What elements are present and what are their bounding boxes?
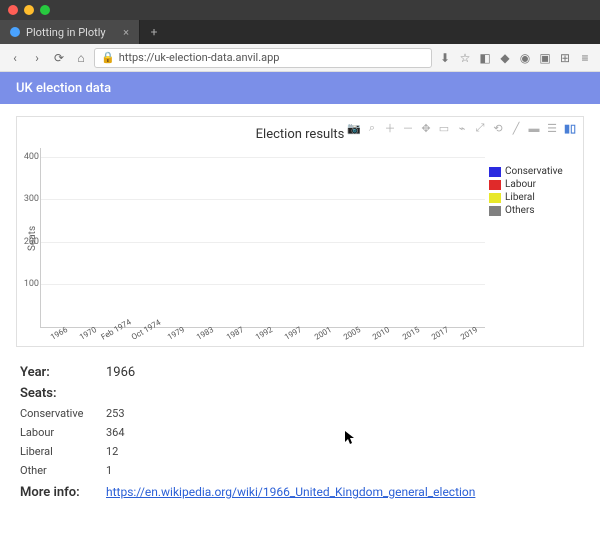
browser-tab-active[interactable]: Plotting in Plotly ×	[0, 20, 140, 44]
chart-legend: Conservative Labour Liberal Others	[489, 148, 575, 328]
seat-row: Liberal12	[20, 445, 580, 458]
close-window-button[interactable]	[8, 5, 18, 15]
extension-icon-1[interactable]: ◧	[476, 49, 494, 67]
x-tick: 2017	[430, 325, 450, 342]
y-tick: 400	[13, 152, 39, 162]
seat-party-value: 364	[106, 426, 125, 439]
seat-row: Labour364	[20, 426, 580, 439]
details-panel: Year: 1966 Seats: Conservative253Labour3…	[16, 357, 584, 508]
modebar-zoom-out-icon[interactable]: －	[401, 121, 415, 135]
modebar-reset-icon[interactable]: ⟲	[491, 121, 505, 135]
x-tick: 1979	[166, 325, 186, 342]
extension-icon-3[interactable]: ◉	[516, 49, 534, 67]
extension-icon-4[interactable]: ▣	[536, 49, 554, 67]
x-tick: 1983	[195, 325, 215, 342]
legend-swatch	[489, 206, 501, 216]
lock-icon: 🔒	[101, 51, 115, 64]
tab-title: Plotting in Plotly	[26, 26, 106, 39]
x-tick: 2001	[313, 325, 333, 342]
address-bar[interactable]: 🔒 https://uk-election-data.anvil.app	[94, 48, 432, 68]
legend-label: Labour	[505, 179, 536, 190]
download-icon[interactable]: ⬇	[436, 49, 454, 67]
x-tick: 1992	[254, 325, 274, 342]
x-tick: 1966	[49, 325, 69, 342]
content-area: 📷 ⌕ ＋ － ✥ ▭ ⌁ ⤢ ⟲ ╱ ▬ ☰ ▮▯ Election resu…	[0, 104, 600, 516]
x-tick: 2010	[371, 325, 391, 342]
modebar-hover-closest-icon[interactable]: ▬	[527, 121, 541, 135]
legend-swatch	[489, 167, 501, 177]
legend-label: Others	[505, 205, 535, 216]
seats-label: Seats:	[20, 386, 106, 401]
url-text: https://uk-election-data.anvil.app	[119, 51, 280, 64]
y-tick: 200	[13, 237, 39, 247]
tab-close-icon[interactable]: ×	[123, 26, 129, 39]
plotly-logo-icon[interactable]: ▮▯	[563, 121, 577, 135]
y-tick: 300	[13, 194, 39, 204]
forward-button[interactable]: ›	[28, 49, 46, 67]
seat-party-label: Labour	[20, 426, 106, 439]
modebar-autoscale-icon[interactable]: ⤢	[473, 121, 487, 135]
menu-icon[interactable]: ≡	[576, 49, 594, 67]
seat-party-label: Liberal	[20, 445, 106, 458]
x-tick: Feb 1974	[100, 317, 133, 341]
seat-party-value: 253	[106, 407, 125, 420]
browser-toolbar: ‹ › ⟳ ⌂ 🔒 https://uk-election-data.anvil…	[0, 44, 600, 72]
app-header: UK election data	[0, 72, 600, 104]
legend-item[interactable]: Labour	[489, 179, 575, 190]
more-info-label: More info:	[20, 485, 106, 500]
chart-card: 📷 ⌕ ＋ － ✥ ▭ ⌁ ⤢ ⟲ ╱ ▬ ☰ ▮▯ Election resu…	[16, 116, 584, 347]
legend-label: Conservative	[505, 166, 563, 177]
extension-icon-2[interactable]: ◆	[496, 49, 514, 67]
modebar-hover-compare-icon[interactable]: ☰	[545, 121, 559, 135]
seat-party-value: 12	[106, 445, 118, 458]
modebar-lasso-icon[interactable]: ⌁	[455, 121, 469, 135]
back-button[interactable]: ‹	[6, 49, 24, 67]
new-tab-button[interactable]: +	[140, 20, 168, 44]
seat-party-label: Conservative	[20, 407, 106, 420]
fullscreen-window-button[interactable]	[40, 5, 50, 15]
modebar-camera-icon[interactable]: 📷	[347, 121, 361, 135]
x-tick: Oct 1974	[130, 318, 162, 342]
extension-icon-5[interactable]: ⊞	[556, 49, 574, 67]
plotly-modebar: 📷 ⌕ ＋ － ✥ ▭ ⌁ ⤢ ⟲ ╱ ▬ ☰ ▮▯	[347, 121, 577, 135]
legend-swatch	[489, 193, 501, 203]
x-tick: 2019	[459, 325, 479, 342]
x-tick: 2015	[401, 325, 421, 342]
tab-favicon	[10, 27, 20, 37]
browser-tabstrip: Plotting in Plotly × +	[0, 20, 600, 44]
seat-party-value: 1	[106, 464, 112, 477]
more-info-link[interactable]: https://en.wikipedia.org/wiki/1966_Unite…	[106, 485, 475, 500]
x-tick: 1997	[283, 325, 303, 342]
y-tick: 100	[13, 279, 39, 289]
x-tick: 1987	[225, 325, 245, 342]
legend-item[interactable]: Liberal	[489, 192, 575, 203]
x-tick: 2005	[342, 325, 362, 342]
modebar-zoom-icon[interactable]: ⌕	[365, 121, 379, 135]
seat-row: Other1	[20, 464, 580, 477]
year-value: 1966	[106, 365, 135, 380]
seat-row: Conservative253	[20, 407, 580, 420]
year-label: Year:	[20, 365, 106, 380]
window-titlebar	[0, 0, 600, 20]
legend-item[interactable]: Conservative	[489, 166, 575, 177]
modebar-pan-icon[interactable]: ✥	[419, 121, 433, 135]
modebar-select-icon[interactable]: ▭	[437, 121, 451, 135]
minimize-window-button[interactable]	[24, 5, 34, 15]
modebar-spike-icon[interactable]: ╱	[509, 121, 523, 135]
app-title: UK election data	[16, 81, 111, 96]
legend-label: Liberal	[505, 192, 535, 203]
legend-swatch	[489, 180, 501, 190]
home-button[interactable]: ⌂	[72, 49, 90, 67]
seat-party-label: Other	[20, 464, 106, 477]
reload-button[interactable]: ⟳	[50, 49, 68, 67]
chart-plot-area[interactable]: 10020030040019661970Feb 1974Oct 19741979…	[40, 148, 485, 328]
legend-item[interactable]: Others	[489, 205, 575, 216]
bookmark-icon[interactable]: ☆	[456, 49, 474, 67]
modebar-zoom-in-icon[interactable]: ＋	[383, 121, 397, 135]
x-tick: 1970	[78, 325, 98, 342]
